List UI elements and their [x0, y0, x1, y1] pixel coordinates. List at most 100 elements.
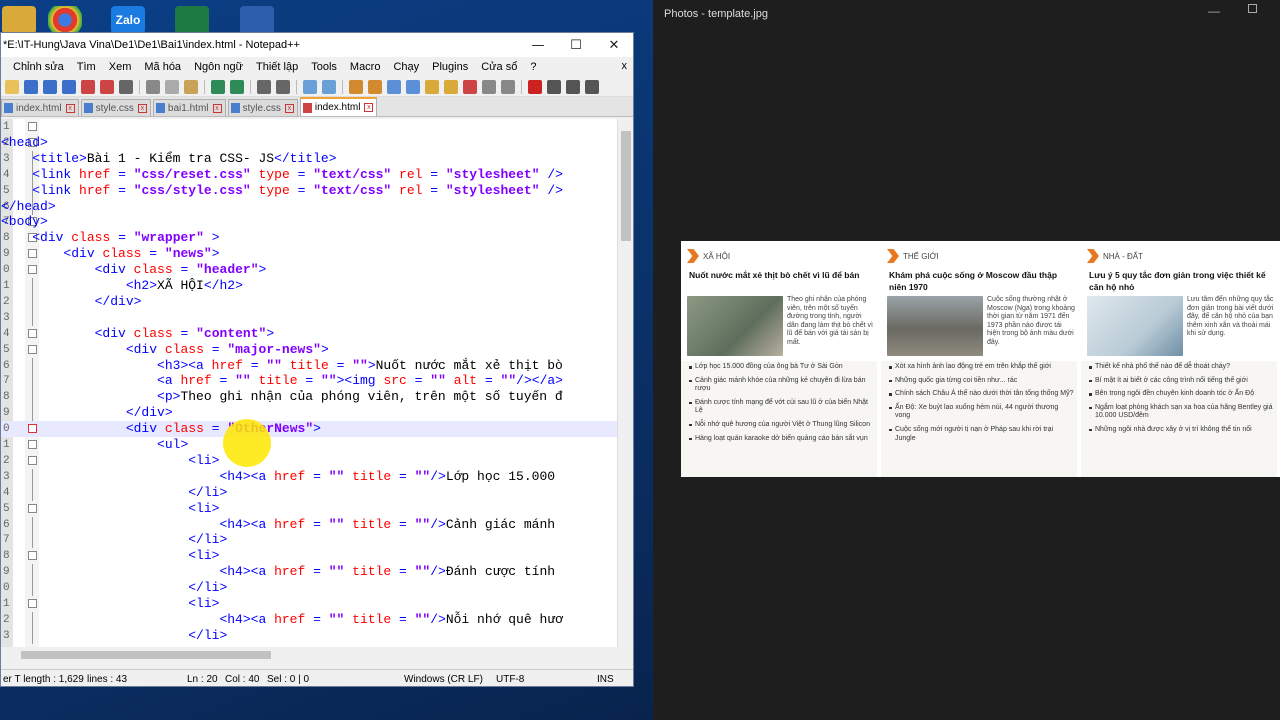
folder-workspace-icon[interactable] — [444, 79, 458, 94]
minimize-button[interactable]: — — [1208, 4, 1220, 18]
code-line[interactable]: 6 <h3><a href = "" title = "">Nuốt nước … — [1, 357, 617, 374]
excel-icon[interactable] — [175, 6, 209, 34]
find-icon[interactable] — [257, 79, 271, 94]
function-list-icon[interactable] — [482, 79, 496, 94]
code-line[interactable]: 1 <h2>XÃ HỘI</h2> — [1, 278, 617, 294]
code-line[interactable]: 5 <link href = "css/style.css" type = "t… — [1, 182, 617, 199]
save-icon[interactable] — [43, 79, 57, 94]
code-line[interactable]: 5 <div class = "major-news"> — [1, 342, 617, 358]
paste-icon[interactable] — [184, 79, 198, 94]
menu-help[interactable]: ? — [530, 61, 536, 73]
code-line[interactable]: 1 <ul> — [1, 437, 617, 453]
menu-window[interactable]: Cửa sổ — [481, 61, 517, 73]
run-macro-icon[interactable] — [585, 79, 599, 94]
code-line[interactable]: 6 </head> — [1, 198, 617, 215]
code-line[interactable]: 3 <h4><a href = "" title = ""/>Lớp học 1… — [1, 468, 617, 485]
zalo-icon[interactable]: Zalo — [111, 6, 145, 34]
scroll-thumb[interactable] — [621, 131, 631, 241]
tab-close-icon[interactable]: x — [364, 103, 374, 112]
chrome-icon[interactable] — [48, 6, 82, 34]
menu-close-doc[interactable]: x — [622, 60, 628, 72]
code-line[interactable]: 4 <div class = "content"> — [1, 326, 617, 342]
copy-icon[interactable] — [165, 79, 179, 94]
code-line[interactable]: 3 </li> — [1, 627, 617, 644]
code-line[interactable]: 9 <div class = "news"> — [1, 246, 617, 262]
replace-icon[interactable] — [276, 79, 290, 94]
code-editor[interactable]: 1 2 <head> 3 <title>Bài 1 - Kiểm tra CSS- J… — [1, 119, 633, 647]
tab-close-icon[interactable]: x — [284, 103, 294, 113]
tab-close-icon[interactable]: x — [137, 103, 147, 113]
code-area[interactable]: 1 2 <head> 3 <title>Bài 1 - Kiểm tra CSS- J… — [1, 119, 617, 647]
tab-bai1-html[interactable]: bai1.html x — [152, 99, 226, 116]
zoom-out-icon[interactable] — [322, 79, 336, 94]
horizontal-scrollbar[interactable] — [1, 647, 617, 663]
code-line[interactable]: 4 <link href = "css/reset.css" type = "t… — [1, 166, 617, 183]
code-line[interactable]: 2 <h4><a href = "" title = ""/>Nỗi nhớ q… — [1, 611, 617, 628]
fold-toggle-icon[interactable] — [28, 122, 37, 131]
minimize-button[interactable]: — — [519, 33, 557, 57]
code-line[interactable]: 3 <title>Bài 1 - Kiểm tra CSS- JS</title… — [1, 150, 617, 167]
code-line[interactable]: 8 <div class = "wrapper" > — [1, 230, 617, 246]
tab-style-css-1[interactable]: style.css x — [80, 99, 151, 116]
menu-plugins[interactable]: Plugins — [432, 61, 468, 73]
monitor-icon[interactable] — [501, 79, 515, 94]
menu-settings[interactable]: Thiết lập — [256, 61, 298, 73]
close-button[interactable]: ✕ — [595, 33, 633, 57]
code-line[interactable]: 9 </div> — [1, 405, 617, 422]
redo-icon[interactable] — [230, 79, 244, 94]
code-line[interactable]: 0 <div class = "OtherNews"> — [1, 421, 617, 438]
tab-index-html-1[interactable]: index.html x — [1, 99, 79, 116]
zoom-in-icon[interactable] — [303, 79, 317, 94]
tab-index-html-active[interactable]: index.html x — [299, 97, 378, 116]
sync-scroll-icon[interactable] — [349, 79, 363, 94]
word-icon[interactable] — [240, 6, 274, 34]
scroll-thumb[interactable] — [21, 651, 271, 659]
undo-icon[interactable] — [211, 79, 225, 94]
code-line[interactable]: 3 — [1, 309, 617, 326]
maximize-button[interactable]: ☐ — [557, 33, 595, 57]
code-line[interactable]: 7 </li> — [1, 532, 617, 549]
code-line[interactable]: 2 <li> — [1, 453, 617, 469]
tab-close-icon[interactable]: x — [65, 103, 75, 113]
code-line[interactable]: 9 <h4><a href = "" title = ""/>Đánh cược… — [1, 564, 617, 581]
code-line[interactable]: 5 <li> — [1, 501, 617, 517]
tab-close-icon[interactable]: x — [212, 103, 222, 113]
code-line[interactable]: 7 <a href = "" title = ""><img src = "" … — [1, 373, 617, 390]
close-file-icon[interactable] — [81, 79, 95, 94]
maximize-button[interactable] — [1248, 4, 1257, 13]
menu-language[interactable]: Ngôn ngữ — [194, 61, 243, 73]
print-icon[interactable] — [119, 79, 133, 94]
code-line[interactable]: 2 </div> — [1, 293, 617, 310]
menu-encoding[interactable]: Mã hóa — [144, 61, 181, 73]
code-line[interactable]: 2 <head> — [1, 135, 617, 151]
show-all-chars-icon[interactable] — [387, 79, 401, 94]
code-line[interactable]: 1 <li> — [1, 596, 617, 612]
folder-icon[interactable] — [2, 6, 36, 34]
new-file-icon[interactable] — [5, 79, 19, 94]
tab-style-css-2[interactable]: style.css x — [227, 99, 298, 116]
code-line[interactable]: 0 </li> — [1, 580, 617, 597]
indent-guide-icon[interactable] — [406, 79, 420, 94]
cut-icon[interactable] — [146, 79, 160, 94]
play-macro-icon[interactable] — [566, 79, 580, 94]
code-line[interactable]: 0 <div class = "header"> — [1, 262, 617, 278]
code-line[interactable]: 6 <h4><a href = "" title = ""/>Cảnh giác… — [1, 516, 617, 533]
menu-view[interactable]: Xem — [109, 61, 132, 73]
code-line[interactable]: 1 — [1, 119, 617, 135]
record-macro-icon[interactable] — [528, 79, 542, 94]
open-file-icon[interactable] — [24, 79, 38, 94]
menu-search[interactable]: Tìm — [77, 61, 96, 73]
code-line[interactable]: 4 </li> — [1, 484, 617, 501]
menu-run[interactable]: Chạy — [393, 61, 419, 73]
menu-edit[interactable]: Chỉnh sửa — [13, 61, 64, 73]
code-line[interactable]: 8 <li> — [1, 548, 617, 564]
menu-tools[interactable]: Tools — [311, 61, 337, 73]
save-all-icon[interactable] — [62, 79, 76, 94]
wrap-icon[interactable] — [368, 79, 382, 94]
close-all-icon[interactable] — [100, 79, 114, 94]
lang-icon[interactable] — [425, 79, 439, 94]
menu-macro[interactable]: Macro — [350, 61, 381, 73]
code-line[interactable]: 7 <body> — [1, 214, 617, 230]
vertical-scrollbar[interactable] — [617, 119, 633, 647]
stop-macro-icon[interactable] — [547, 79, 561, 94]
